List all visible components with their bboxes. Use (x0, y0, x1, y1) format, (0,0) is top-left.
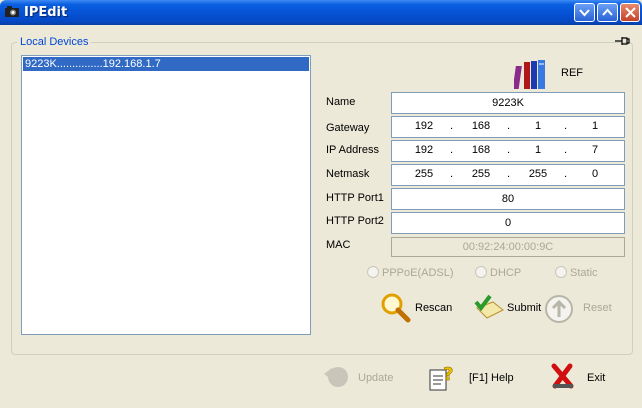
help-icon: ? (429, 364, 454, 391)
name-field[interactable]: 9223K (391, 92, 625, 114)
books-icon[interactable] (514, 58, 548, 90)
ip-dot: . (450, 144, 454, 156)
ip-address-field[interactable]: 192 . 168 . 1 . 7 (391, 140, 625, 162)
reset-button[interactable]: Reset (544, 294, 614, 324)
netmask-octet-1[interactable]: 255 (409, 168, 439, 180)
http-port2-label: HTTP Port2 (326, 215, 384, 227)
submit-check-icon (474, 294, 504, 319)
gateway-dot: . (564, 120, 568, 132)
http-port1-field[interactable]: 80 (391, 188, 625, 210)
update-label: Update (358, 372, 394, 384)
netmask-field[interactable]: 255 . 255 . 255 . 0 (391, 164, 625, 186)
exit-button[interactable]: Exit (551, 362, 621, 394)
rescan-button[interactable]: Rescan (380, 292, 460, 326)
exit-label: Exit (587, 372, 606, 384)
rescan-label: Rescan (415, 302, 453, 314)
gateway-field[interactable]: 192 . 168 . 1 . 1 (391, 116, 625, 138)
help-button[interactable]: ? [F1] Help (428, 362, 528, 394)
gateway-octet-1[interactable]: 192 (409, 120, 439, 132)
close-button[interactable] (620, 3, 640, 22)
dhcp-radio[interactable]: DHCP (475, 266, 521, 279)
ip-dot: . (564, 144, 568, 156)
http-port1-label: HTTP Port1 (326, 192, 384, 204)
static-radio-label: Static (570, 267, 598, 279)
mac-field: 00:92:24:00:00:9C (391, 237, 625, 257)
group-label: Local Devices (17, 36, 92, 48)
pin-icon[interactable] (614, 36, 630, 46)
radio-circle-icon (475, 266, 487, 278)
gateway-octet-4[interactable]: 1 (580, 120, 610, 132)
chevron-up-icon (602, 8, 613, 16)
ip-octet-3[interactable]: 1 (523, 144, 553, 156)
window-title: IPEdit (24, 5, 68, 20)
mac-label: MAC (326, 239, 351, 251)
netmask-dot: . (564, 168, 568, 180)
name-label: Name (326, 96, 356, 108)
radio-circle-icon (555, 266, 567, 278)
update-icon (324, 367, 348, 387)
netmask-octet-4[interactable]: 0 (580, 168, 610, 180)
submit-button[interactable]: Submit (473, 294, 543, 324)
minimize-button[interactable] (574, 3, 595, 22)
svg-text:?: ? (443, 364, 453, 385)
dhcp-radio-label: DHCP (490, 267, 522, 279)
ip-octet-4[interactable]: 7 (580, 144, 610, 156)
netmask-dot: . (507, 168, 511, 180)
chevron-down-icon (579, 9, 590, 17)
magnifier-icon (381, 293, 411, 323)
exit-x-icon (551, 363, 574, 389)
ip-dot: . (507, 144, 511, 156)
ip-octet-1[interactable]: 192 (409, 144, 439, 156)
pppoe-radio[interactable]: PPPoE(ADSL) (367, 266, 454, 279)
netmask-dot: . (450, 168, 454, 180)
gateway-label: Gateway (326, 122, 370, 134)
app-icon (5, 6, 19, 17)
gateway-octet-3[interactable]: 1 (523, 120, 553, 132)
http-port2-field[interactable]: 0 (391, 212, 625, 234)
ip-octet-2[interactable]: 168 (466, 144, 496, 156)
list-item[interactable]: 9223K...............192.168.1.7 (22, 56, 310, 72)
netmask-octet-3[interactable]: 255 (523, 168, 553, 180)
update-button[interactable]: Update (322, 362, 402, 394)
netmask-octet-2[interactable]: 255 (466, 168, 496, 180)
close-icon (625, 7, 636, 18)
device-list[interactable]: 9223K...............192.168.1.7 (21, 55, 311, 335)
help-label: [F1] Help (469, 372, 514, 384)
pppoe-radio-label: PPPoE(ADSL) (382, 267, 454, 279)
maximize-button[interactable] (597, 3, 618, 22)
submit-label: Submit (507, 302, 542, 314)
gateway-octet-2[interactable]: 168 (466, 120, 496, 132)
arrow-up-circle-icon (545, 295, 573, 323)
gateway-dot: . (507, 120, 511, 132)
title-bar: IPEdit (0, 0, 642, 25)
ip-address-label: IP Address (326, 144, 379, 156)
reset-label: Reset (583, 302, 612, 314)
radio-circle-icon (367, 266, 379, 278)
gateway-dot: . (450, 120, 454, 132)
static-radio[interactable]: Static (555, 266, 598, 279)
ref-label: REF (561, 67, 583, 79)
netmask-label: Netmask (326, 168, 370, 180)
